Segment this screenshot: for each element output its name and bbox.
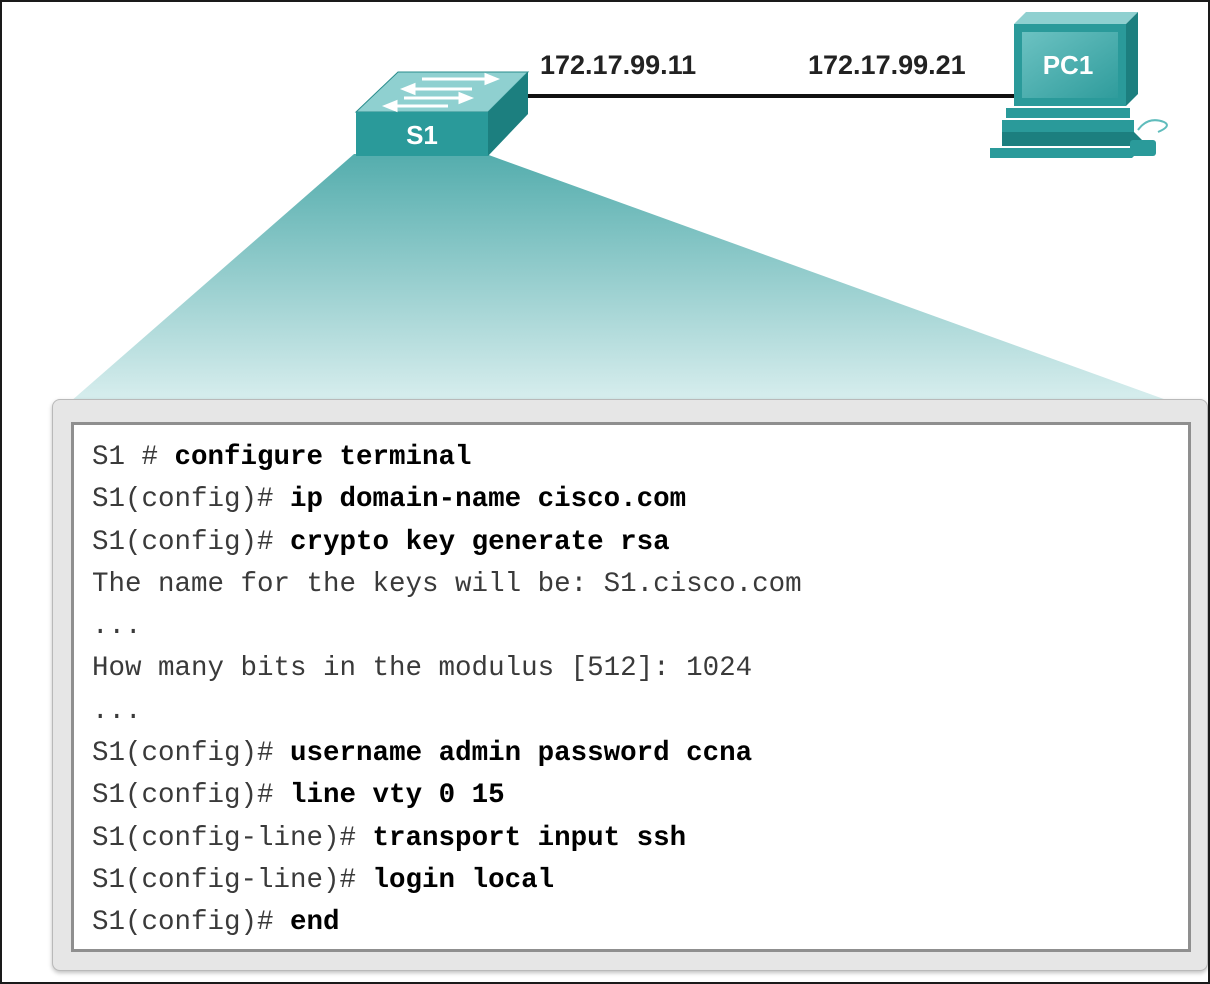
- command: username admin password ccna: [290, 738, 753, 770]
- output-text: How many bits in the modulus [512]: 1024: [92, 653, 753, 685]
- terminal-line: S1(config-line)# transport input ssh: [92, 818, 1188, 860]
- terminal-line: S1(config)# username admin password ccna: [92, 733, 1188, 775]
- prompt: S1(config)#: [92, 526, 291, 558]
- zoom-fan: [70, 154, 1172, 402]
- prompt: S1(config-line)#: [92, 864, 373, 896]
- terminal-line: How many bits in the modulus [512]: 1024: [92, 648, 1188, 690]
- pc-icon: PC1: [990, 12, 1168, 158]
- terminal-line: S1(config)# end: [92, 902, 1188, 944]
- command: login local: [372, 864, 555, 896]
- terminal-line: ...: [92, 691, 1188, 733]
- terminal-console: S1 # configure terminal S1(config)# ip d…: [71, 422, 1191, 952]
- terminal-line: The name for the keys will be: S1.cisco.…: [92, 564, 1188, 606]
- terminal-line: ...: [92, 606, 1188, 648]
- command: line vty 0 15: [290, 780, 505, 812]
- terminal-line: S1(config)# ip domain-name cisco.com: [92, 479, 1188, 521]
- output-text: ...: [92, 695, 142, 727]
- prompt: S1 #: [92, 442, 175, 473]
- output-text: The name for the keys will be: S1.cisco.…: [92, 568, 802, 600]
- switch-label: S1: [406, 120, 438, 150]
- terminal-line: S1 # configure terminal: [92, 437, 1188, 479]
- command: ip domain-name cisco.com: [290, 484, 687, 516]
- command: crypto key generate rsa: [290, 526, 670, 558]
- switch-icon: S1: [354, 71, 530, 156]
- terminal-line: S1(config)# line vty 0 15: [92, 775, 1188, 817]
- pc-ip-label: 172.17.99.21: [808, 50, 966, 80]
- command: transport input ssh: [372, 822, 687, 854]
- output-text: ...: [92, 611, 142, 643]
- switch-ip-label: 172.17.99.11: [540, 50, 697, 80]
- terminal-line: S1(config-line)# login local: [92, 860, 1188, 902]
- terminal-window: S1 # configure terminal S1(config)# ip d…: [52, 399, 1208, 971]
- prompt: S1(config)#: [92, 780, 291, 812]
- command: configure terminal: [174, 442, 472, 473]
- prompt: S1(config-line)#: [92, 822, 373, 854]
- command: end: [290, 907, 340, 939]
- terminal-line: S1(config)# crypto key generate rsa: [92, 522, 1188, 564]
- prompt: S1(config)#: [92, 738, 291, 770]
- prompt: S1(config)#: [92, 484, 291, 516]
- prompt: S1(config)#: [92, 907, 291, 939]
- diagram-frame: S1 PC1 172.17.99.11 172.17.99.21 S1 # co…: [0, 0, 1210, 984]
- pc-label: PC1: [1043, 50, 1094, 80]
